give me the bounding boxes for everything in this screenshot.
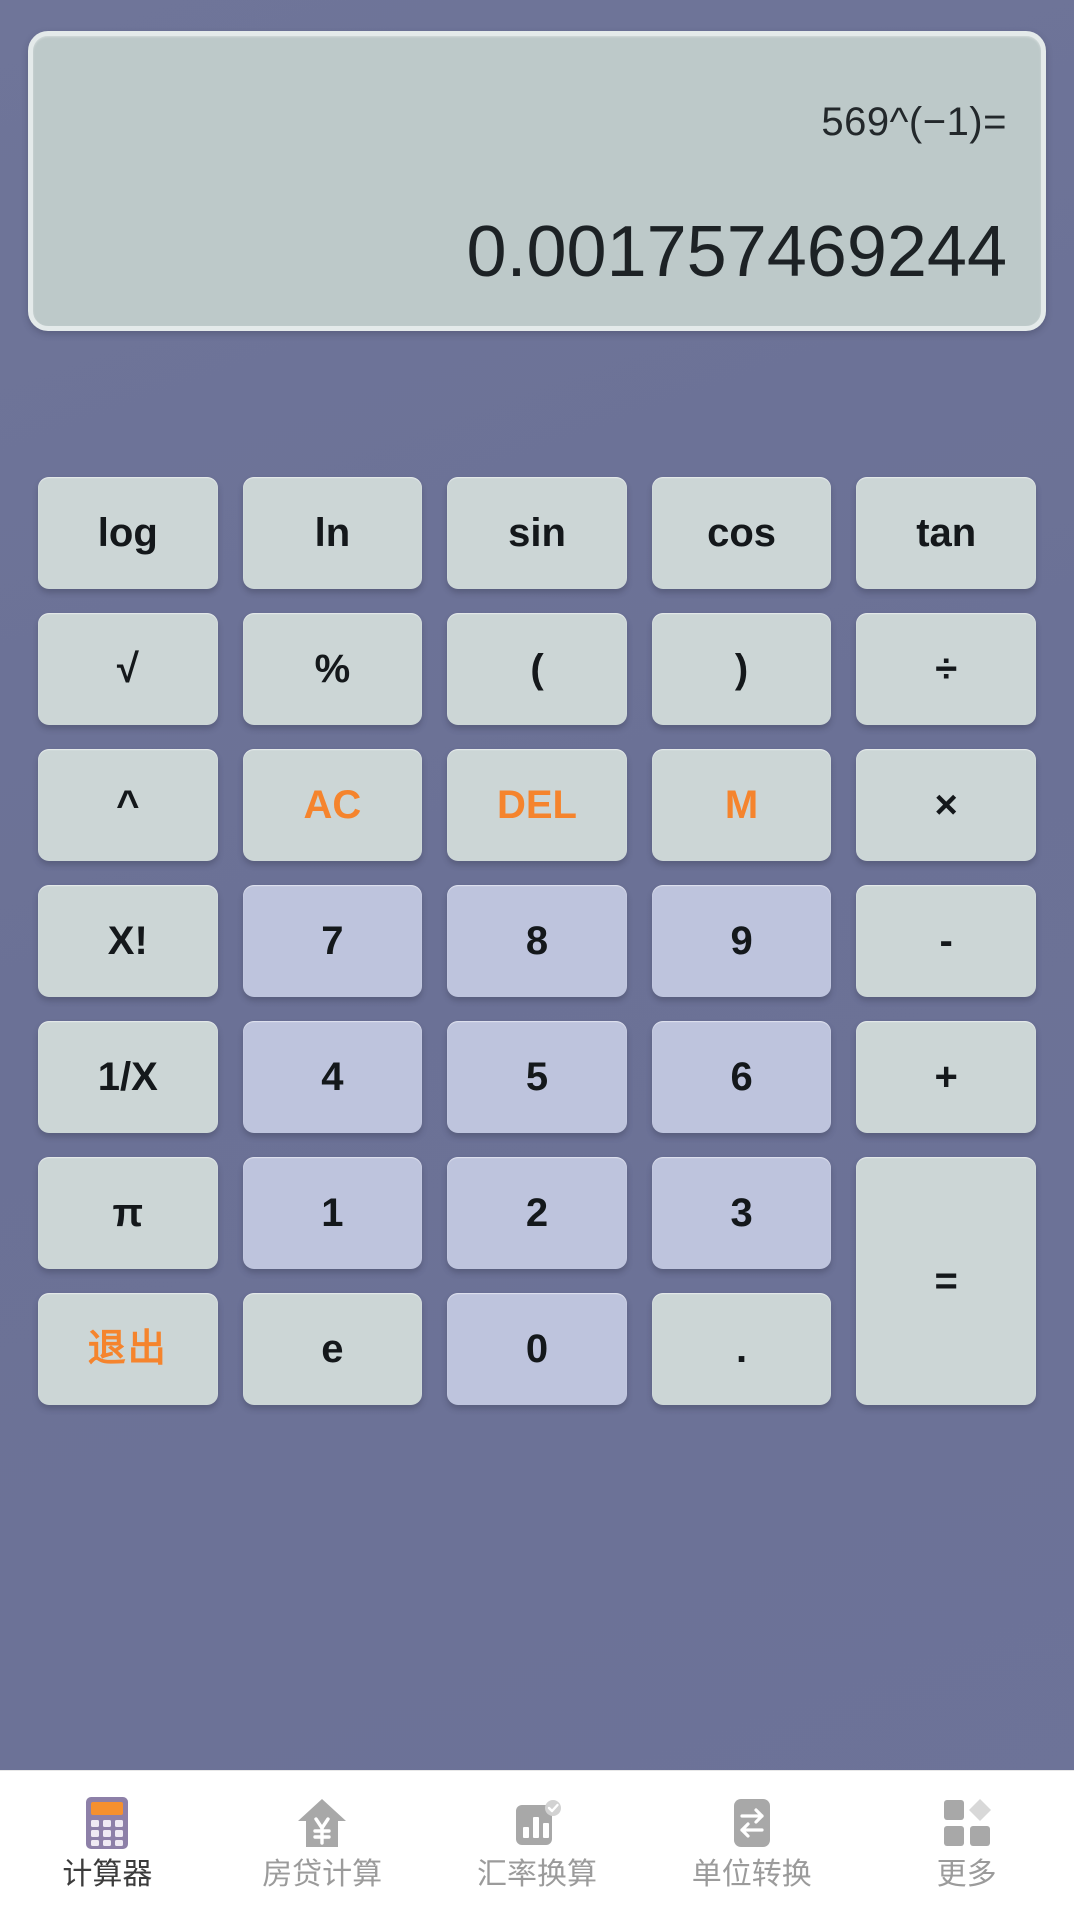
nav-item-label: 更多: [936, 1857, 997, 1892]
nav-item-label: 房贷计算: [262, 1857, 383, 1892]
key-6[interactable]: 6: [651, 1021, 832, 1133]
display-panel[interactable]: 569^(−1)= 0.001757469244: [28, 31, 1046, 331]
key-7[interactable]: 7: [242, 885, 423, 997]
bottom-navigation: 计算器 房贷计算 汇率换算 单位转换 更多: [0, 1770, 1074, 1914]
key-2[interactable]: 2: [447, 1157, 627, 1269]
key-equals[interactable]: =: [856, 1157, 1036, 1405]
nav-item-label: 单位转换: [691, 1857, 812, 1892]
key-e[interactable]: e: [242, 1293, 423, 1405]
key-pi[interactable]: π: [38, 1157, 218, 1269]
key-minus[interactable]: -: [856, 885, 1036, 997]
nav-item-label: 计算器: [62, 1857, 153, 1892]
key-4[interactable]: 4: [242, 1021, 423, 1133]
nav-mortgage[interactable]: 房贷计算: [215, 1771, 430, 1914]
display-panel-wrapper: 569^(−1)= 0.001757469244: [28, 31, 1046, 331]
key-log[interactable]: log: [38, 477, 218, 589]
key-5[interactable]: 5: [447, 1021, 627, 1133]
key-memory[interactable]: M: [651, 749, 832, 861]
nav-exchange[interactable]: 汇率换算: [430, 1771, 645, 1914]
house-yen-icon: [294, 1795, 350, 1851]
nav-unit[interactable]: 单位转换: [644, 1771, 859, 1914]
key-power[interactable]: ^: [38, 749, 218, 861]
key-paren-open[interactable]: (: [447, 613, 627, 725]
nav-more[interactable]: 更多: [859, 1771, 1074, 1914]
key-sqrt[interactable]: √: [38, 613, 218, 725]
nav-calculator[interactable]: 计算器: [0, 1771, 215, 1914]
display-result: 0.001757469244: [466, 212, 1007, 292]
key-8[interactable]: 8: [447, 885, 627, 997]
key-9[interactable]: 9: [651, 885, 832, 997]
grid-icon: [939, 1795, 995, 1851]
calculator-icon: [79, 1795, 135, 1851]
key-cos[interactable]: cos: [651, 477, 832, 589]
key-ac[interactable]: AC: [242, 749, 423, 861]
key-sin[interactable]: sin: [447, 477, 627, 589]
bar-chart-icon: [509, 1795, 565, 1851]
swap-arrows-icon: [724, 1795, 780, 1851]
key-0[interactable]: 0: [447, 1293, 627, 1405]
display-expression: 569^(−1)=: [821, 100, 1007, 144]
calculator-app: 569^(−1)= 0.001757469244 log ln sin cos tan √…: [0, 0, 1074, 1914]
key-ln[interactable]: ln: [242, 477, 423, 589]
key-divide[interactable]: ÷: [856, 613, 1036, 725]
key-tan[interactable]: tan: [856, 477, 1036, 589]
key-multiply[interactable]: ×: [856, 749, 1036, 861]
key-decimal[interactable]: .: [651, 1293, 832, 1405]
nav-item-label: 汇率换算: [476, 1857, 597, 1892]
key-factorial[interactable]: X!: [38, 885, 218, 997]
keypad: log ln sin cos tan √%() ÷ ^ AC DEL M × X! 7 8 9- 1/X 4 5 6 +…: [38, 477, 1036, 1405]
key-del[interactable]: DEL: [447, 749, 627, 861]
key-3[interactable]: 3: [651, 1157, 832, 1269]
key-1[interactable]: 1: [242, 1157, 423, 1269]
key-exit[interactable]: 退出: [38, 1293, 218, 1405]
key-paren-close[interactable]: ): [651, 613, 832, 725]
key-percent[interactable]: %: [242, 613, 423, 725]
key-reciprocal[interactable]: 1/X: [38, 1021, 218, 1133]
key-plus[interactable]: +: [856, 1021, 1036, 1133]
